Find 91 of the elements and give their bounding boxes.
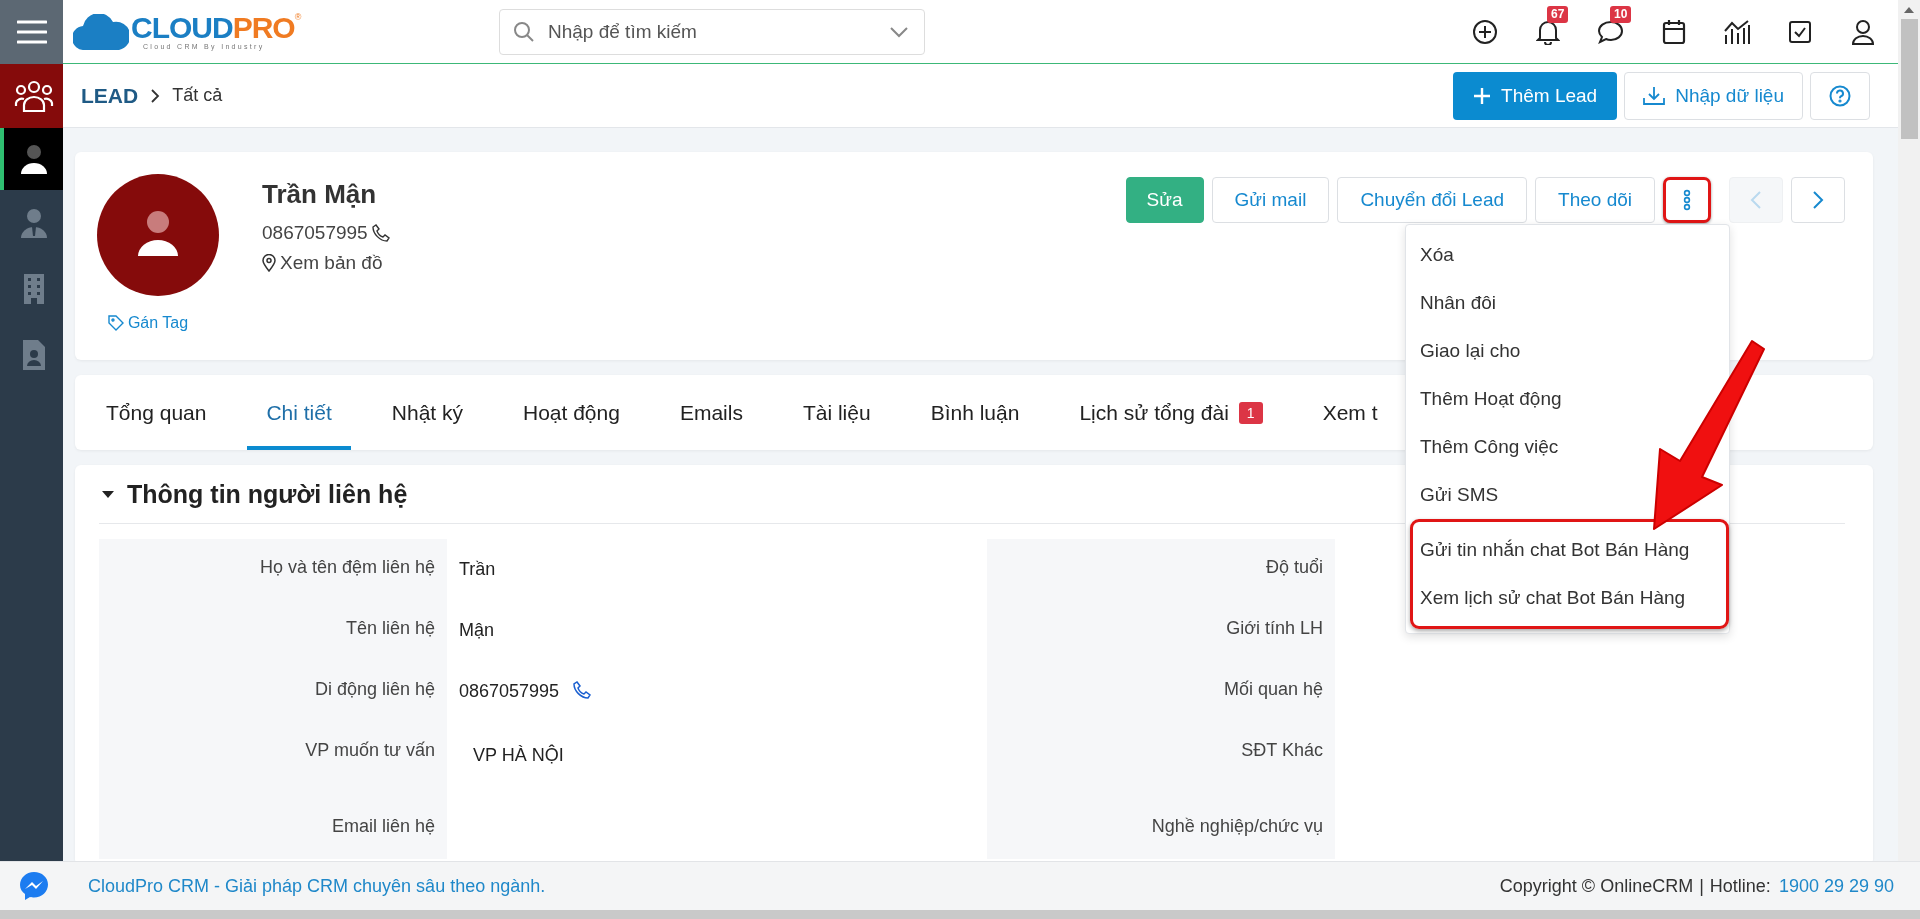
hotline-label: Hotline: xyxy=(1709,875,1771,897)
building-icon xyxy=(21,274,46,304)
download-icon xyxy=(1643,85,1666,106)
field-label: SĐT Khác xyxy=(1241,740,1323,760)
map-link[interactable]: Xem bản đồ xyxy=(262,248,390,278)
field-value: Mận xyxy=(459,620,494,641)
document-icon xyxy=(22,340,45,370)
user-icon xyxy=(1851,18,1875,45)
search-field[interactable]: Nhập để tìm kiếm xyxy=(499,8,925,55)
phone-icon[interactable] xyxy=(573,681,592,699)
logo-text: CLOUD xyxy=(131,13,233,43)
menu-item[interactable]: Gửi tin nhắn chat Bot Bán Hàng xyxy=(1413,526,1697,574)
calendar-icon xyxy=(1662,18,1686,45)
chevron-right-icon xyxy=(1812,190,1824,210)
breadcrumb-current: Tất cả xyxy=(172,85,223,106)
registered-mark: ® xyxy=(294,13,302,22)
chevron-right-icon xyxy=(150,88,161,103)
checkbox-icon xyxy=(1788,19,1812,44)
phone-number: 0867057995 xyxy=(262,221,368,245)
field-label: Tên liên hệ xyxy=(345,618,435,638)
menu-item[interactable]: Nhân đôi xyxy=(1406,279,1511,327)
cloud-icon xyxy=(73,13,129,50)
copyright-text: Copyright © OnlineCRM xyxy=(1499,875,1694,897)
field-label: Email liên hệ xyxy=(331,816,435,836)
sidebar-item[interactable] xyxy=(0,128,63,190)
tab[interactable]: Emails xyxy=(660,375,762,450)
breadcrumb-link[interactable]: LEAD xyxy=(81,83,139,108)
field-value: 0867057995 xyxy=(459,681,560,702)
tab[interactable]: Xem t xyxy=(1303,375,1397,450)
tab[interactable]: Tài liệu xyxy=(783,375,890,450)
chat-icon xyxy=(1598,19,1624,44)
field-label: Nghề nghiệp/chức vụ xyxy=(1151,816,1323,836)
chevron-left-icon xyxy=(1750,190,1762,210)
field-label: Di động liên hệ xyxy=(314,679,435,699)
footer-slogan: CloudPro CRM - Giải pháp CRM chuyên sâu theo ngành. xyxy=(88,875,546,897)
plus-circle-icon xyxy=(1472,18,1498,45)
hotline-link[interactable]: 1900 29 29 90 xyxy=(1778,875,1894,897)
sidebar-item[interactable] xyxy=(0,64,63,128)
menu-item[interactable]: Thêm Công việc xyxy=(1406,423,1573,471)
tab[interactable]: Nhật ký xyxy=(372,375,482,450)
menu-item[interactable]: Thêm Hoạt động xyxy=(1406,375,1576,423)
action-button[interactable]: Theo dõi xyxy=(1535,177,1655,223)
tab[interactable]: Chi tiết xyxy=(247,375,351,450)
field-value: VP HÀ NỘI xyxy=(472,743,564,766)
menu-item[interactable]: Gửi SMS xyxy=(1406,471,1513,519)
field-label: Độ tuổi xyxy=(1265,557,1323,577)
chart-icon xyxy=(1723,18,1751,45)
person-tie-icon xyxy=(18,207,49,239)
field-label: VP muốn tư vấn xyxy=(305,740,435,760)
field-value: Trần xyxy=(459,559,496,580)
menu-item[interactable]: Xóa xyxy=(1406,231,1468,279)
count-badge: 67 xyxy=(1547,5,1569,23)
menu-button[interactable] xyxy=(0,0,63,64)
field-label: Mối quan hệ xyxy=(1223,679,1323,699)
lead-name: Trần Mận xyxy=(262,179,378,210)
tab[interactable]: Tổng quan xyxy=(87,375,226,450)
person-icon xyxy=(18,143,49,175)
help-icon xyxy=(1829,84,1851,107)
help-button[interactable] xyxy=(1810,71,1870,120)
people-icon xyxy=(13,78,54,114)
chevron-down-icon xyxy=(889,25,909,38)
messenger-icon[interactable] xyxy=(18,870,50,902)
count-badge: 10 xyxy=(1610,5,1632,23)
add-lead-button[interactable]: Thêm Lead xyxy=(1453,71,1618,120)
action-button[interactable]: Gửi mail xyxy=(1211,177,1330,223)
menu-item[interactable]: Xem lịch sử chat Bot Bán Hàng xyxy=(1413,574,1693,622)
menu-icon xyxy=(16,20,47,44)
field-label: Giới tính LH xyxy=(1226,618,1323,638)
phone-icon[interactable] xyxy=(371,224,390,242)
tab[interactable]: Bình luận xyxy=(911,375,1039,450)
action-button[interactable]: Chuyển đổi Lead xyxy=(1337,177,1528,223)
tab[interactable]: Lịch sử tổng đài 1 xyxy=(1060,375,1282,450)
scrollbar-thumb[interactable] xyxy=(1900,19,1918,139)
section-title: Thông tin người liên hệ xyxy=(127,479,408,509)
field-label: Họ và tên đệm liên hệ xyxy=(259,557,435,577)
plus-icon xyxy=(1473,86,1492,105)
logo-text: PRO xyxy=(232,13,295,43)
tag-icon xyxy=(107,315,124,331)
more-vertical-icon xyxy=(1683,189,1691,211)
more-button[interactable] xyxy=(1663,177,1711,223)
import-button[interactable]: Nhập dữ liệu xyxy=(1624,71,1803,120)
separator: | xyxy=(1699,875,1704,897)
search-icon xyxy=(513,20,535,43)
scroll-up-icon xyxy=(1904,6,1914,13)
menu-item[interactable]: Giao lại cho xyxy=(1406,327,1535,375)
bell-icon xyxy=(1536,18,1560,45)
assign-tag-link[interactable]: Gán Tag xyxy=(107,314,189,332)
tab[interactable]: Hoạt động xyxy=(504,375,639,450)
count-badge: 1 xyxy=(1238,401,1263,424)
scrollbar[interactable] xyxy=(1898,0,1920,861)
map-pin-icon xyxy=(262,254,276,272)
